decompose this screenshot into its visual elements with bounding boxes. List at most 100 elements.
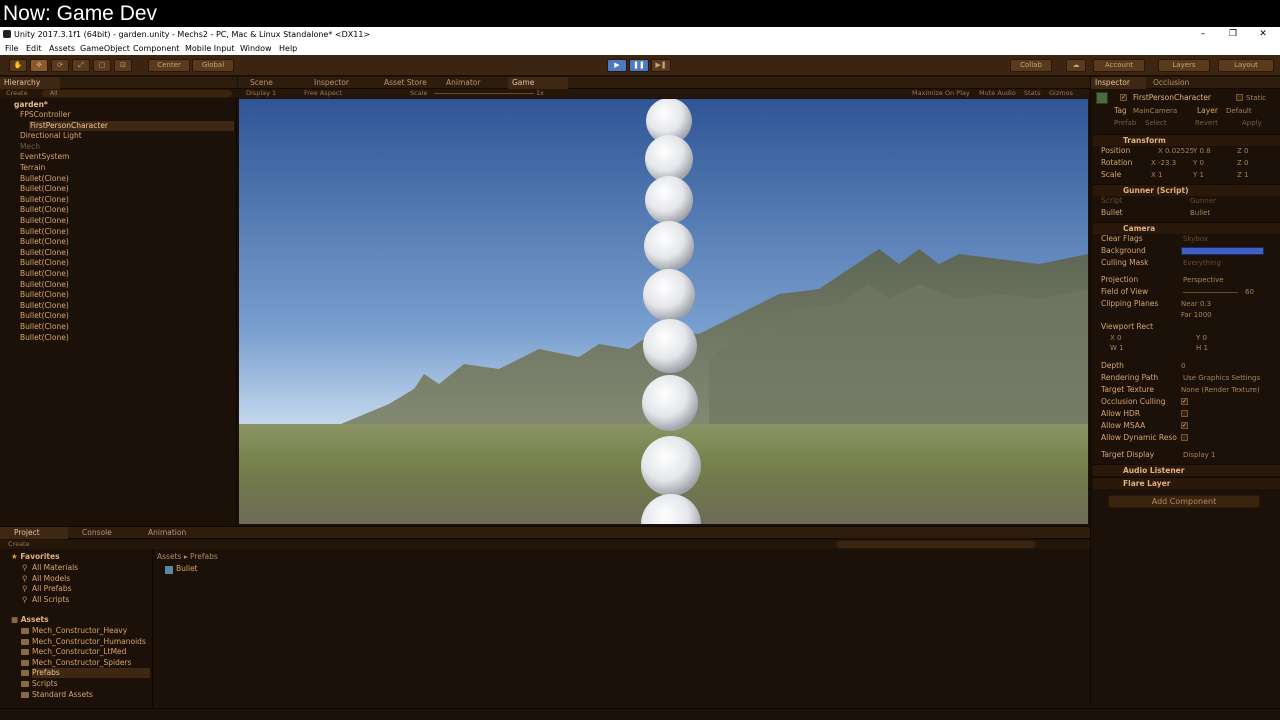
step-button[interactable]: ▶❚ [651,59,671,72]
camera-header[interactable]: Camera [1093,222,1280,234]
asset-folder[interactable]: Prefabs [32,668,150,679]
scale-z[interactable]: Z 1 [1237,170,1249,180]
move-tool-button[interactable]: ✥ [30,59,48,72]
tab-hierarchy[interactable]: Hierarchy [0,77,60,89]
hierarchy-item[interactable]: Directional Light [20,131,82,141]
close-button[interactable]: ✕ [1248,27,1278,42]
tab-occlusion[interactable]: Occlusion [1149,77,1204,89]
hierarchy-item[interactable]: Bullet(Clone) [20,195,69,205]
hierarchy-item[interactable]: Bullet(Clone) [20,311,69,321]
prefab-revert-button[interactable]: Revert [1195,118,1218,128]
tab-game[interactable]: Game [508,77,568,89]
assets-header[interactable]: ■ Assets [11,615,49,625]
hierarchy-item[interactable]: FirstPersonCharacter [29,120,234,131]
hierarchy-item[interactable]: Bullet(Clone) [20,205,69,215]
tag-dropdown[interactable]: MainCamera [1133,106,1177,116]
menu-component[interactable]: Component [133,42,179,55]
add-component-button[interactable]: Add Component [1108,495,1260,508]
menu-mobile-input[interactable]: Mobile Input [185,42,235,55]
viewport-y[interactable]: Y 0 [1196,333,1207,343]
project-create-button[interactable]: Create [8,540,30,548]
cloud-button[interactable]: ☁ [1066,59,1086,72]
hierarchy-create-button[interactable]: Create [6,89,28,97]
space-global-button[interactable]: Global [192,59,234,72]
favorites-header[interactable]: ★ Favorites [11,552,60,562]
collab-button[interactable]: Collab [1010,59,1052,72]
transform-tool-button[interactable]: ⊡ [114,59,132,72]
tab-console[interactable]: Console [72,527,132,539]
viewport-w[interactable]: W 1 [1110,343,1124,353]
viewport-h[interactable]: H 1 [1196,343,1208,353]
asset-folder[interactable]: Mech_Constructor_Humanoids [32,637,146,647]
fov-slider[interactable] [1183,292,1238,293]
background-color-swatch[interactable] [1181,247,1264,255]
tab-inspector[interactable]: Inspector [1091,77,1146,89]
hierarchy-item[interactable]: Bullet(Clone) [20,184,69,194]
transform-header[interactable]: Transform [1093,134,1280,146]
hierarchy-item[interactable]: Bullet(Clone) [20,258,69,268]
gizmos-dropdown[interactable]: Gizmos [1049,89,1073,98]
mute-audio-toggle[interactable]: Mute Audio [979,89,1016,98]
hierarchy-item[interactable]: Mech [20,142,40,152]
hand-tool-button[interactable]: ✋ [9,59,27,72]
far-field[interactable]: Far 1000 [1181,310,1212,320]
flare-layer-header[interactable]: Flare Layer [1093,477,1280,489]
asset-folder[interactable]: Mech_Constructor_Spiders [32,658,131,668]
scale-tool-button[interactable]: ⤢ [72,59,90,72]
hierarchy-item[interactable]: Bullet(Clone) [20,248,69,258]
audio-listener-header[interactable]: Audio Listener [1093,464,1280,476]
clear-flags-dropdown[interactable]: Skybox [1183,234,1208,244]
hierarchy-search-input[interactable]: All [42,90,232,97]
menu-window[interactable]: Window [240,42,272,55]
restore-button[interactable]: ❐ [1218,27,1248,42]
layer-dropdown[interactable]: Default [1226,106,1252,116]
hierarchy-item[interactable]: Bullet(Clone) [20,237,69,247]
prefab-apply-button[interactable]: Apply [1242,118,1262,128]
fov-value[interactable]: 60 [1245,287,1254,297]
target-texture-field[interactable]: None (Render Texture) [1181,385,1260,395]
asset-folder[interactable]: Scripts [32,679,58,689]
asset-folder[interactable]: Mech_Constructor_LtMed [32,647,126,657]
layers-dropdown[interactable]: Layers [1158,59,1210,72]
rotation-x[interactable]: X -23.3 [1151,158,1176,168]
occlusion-culling-checkbox[interactable]: ✓ [1181,398,1188,405]
near-field[interactable]: Near 0.3 [1181,299,1211,309]
object-name-field[interactable]: FirstPersonCharacter [1133,93,1211,103]
hierarchy-item[interactable]: Bullet(Clone) [20,216,69,226]
hierarchy-item[interactable]: Bullet(Clone) [20,280,69,290]
tab-project[interactable]: Project [0,527,68,539]
hierarchy-item[interactable]: Bullet(Clone) [20,333,69,343]
position-y[interactable]: Y 0.8 [1193,146,1211,156]
active-checkbox[interactable]: ✓ [1120,94,1127,101]
hierarchy-item[interactable]: FPSController [20,110,71,120]
allow-dynamic-resolution-checkbox[interactable] [1181,434,1188,441]
prefab-select-button[interactable]: Select [1145,118,1167,128]
gunner-header[interactable]: Gunner (Script) [1093,184,1280,196]
hierarchy-item[interactable]: Terrain [20,163,45,173]
menu-edit[interactable]: Edit [26,42,42,55]
pivot-center-button[interactable]: Center [148,59,190,72]
tab-inspector-center[interactable]: Inspector [310,77,375,89]
project-search-input[interactable] [836,541,1036,548]
tab-animation[interactable]: Animation [138,527,198,539]
menu-assets[interactable]: Assets [49,42,75,55]
maximize-on-play-toggle[interactable]: Maximize On Play [912,89,970,98]
scale-slider[interactable] [434,93,534,94]
hierarchy-item[interactable]: Bullet(Clone) [20,269,69,279]
culling-mask-dropdown[interactable]: Everything [1183,258,1221,268]
pause-button[interactable]: ❚❚ [629,59,649,72]
scale-y[interactable]: Y 1 [1193,170,1204,180]
breadcrumb-assets[interactable]: Assets [157,552,181,561]
rendering-path-dropdown[interactable]: Use Graphics Settings [1183,373,1260,383]
favorite-item[interactable]: All Scripts [32,595,69,605]
viewport-x[interactable]: X 0 [1110,333,1122,343]
target-display-dropdown[interactable]: Display 1 [1183,450,1215,460]
favorite-item[interactable]: All Models [32,574,70,584]
hierarchy-item[interactable]: Bullet(Clone) [20,322,69,332]
tab-scene[interactable]: Scene [246,77,306,89]
game-viewport[interactable] [239,99,1088,524]
asset-folder[interactable]: Mech_Constructor_Heavy [32,626,127,636]
hierarchy-item[interactable]: Bullet(Clone) [20,174,69,184]
hierarchy-item[interactable]: EventSystem [20,152,69,162]
position-x[interactable]: X 0.02525 [1158,146,1194,156]
